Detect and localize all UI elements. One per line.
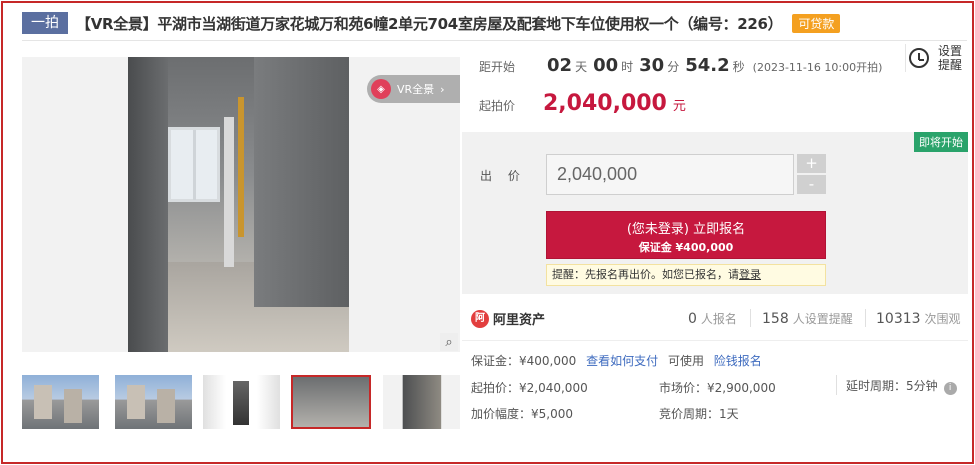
- start-price-fact: 起拍价：¥2,040,000: [471, 381, 588, 395]
- seconds-unit: 秒: [732, 60, 745, 74]
- hours-unit: 时: [621, 60, 634, 74]
- ali-logo-icon: 阿: [471, 309, 489, 328]
- start-price-row: 起拍价 2,040,000 元: [479, 91, 686, 119]
- auction-facts: 保证金：¥400,000 查看如何支付 可使用 险钱报名 起拍价：¥2,040,…: [462, 342, 968, 432]
- chevron-right-icon: ›: [440, 82, 445, 96]
- signup-count-label: 人报名: [700, 312, 737, 326]
- remind-line1: 设置: [938, 44, 963, 58]
- signup-main-label: (您未登录) 立即报名: [626, 222, 746, 237]
- brand-name: 阿里资产: [493, 313, 546, 328]
- thumbnail-1[interactable]: [22, 375, 99, 429]
- info-icon[interactable]: i: [943, 382, 957, 395]
- risk-signup-link[interactable]: 险钱报名: [714, 354, 762, 368]
- deposit-value: 保证金：¥400,000: [471, 354, 577, 368]
- set-reminder-button[interactable]: 设置 提醒: [905, 44, 965, 72]
- bid-panel: 即将开始 出 价 2,040,000 + - (您未登录) 立即报名 保证金 ¥…: [462, 132, 968, 294]
- vr-panorama-button[interactable]: ◈ VR全景 ›: [367, 75, 460, 103]
- view-count-value: 10313: [876, 311, 921, 327]
- delay-period-value: 延时周期：5分钟: [846, 379, 938, 393]
- hint-text: 提醒：先报名再出价。如您已报名，请: [552, 268, 739, 281]
- divider: [836, 375, 837, 395]
- reminder-count-value: 158: [762, 311, 789, 327]
- signup-deposit-label: 保证金 ¥400,000: [638, 241, 734, 254]
- start-price-unit: 元: [672, 99, 686, 114]
- days-unit: 天: [575, 60, 588, 74]
- thumbnail-strip: [22, 375, 460, 429]
- thumbnail-2[interactable]: [115, 375, 192, 429]
- countdown-days: 02: [547, 55, 573, 76]
- ali-assets-logo[interactable]: 阿 阿里资产: [471, 309, 545, 328]
- thumbnail-3[interactable]: [203, 375, 280, 429]
- bid-cycle-fact: 竞价周期：1天: [659, 407, 739, 421]
- bid-label: 出 价: [480, 169, 526, 183]
- login-link[interactable]: 登录: [739, 268, 761, 281]
- start-price-label: 起拍价: [479, 99, 516, 113]
- title-row: 一拍 【VR全景】平湖市当湖街道万家花城万和苑6幢2单元704室房屋及配套地下车…: [22, 12, 841, 34]
- increase-bid-button[interactable]: +: [797, 154, 826, 173]
- start-time-note: (2023-11-16 10:00开拍): [752, 61, 883, 74]
- window: [168, 127, 220, 202]
- login-hint: 提醒：先报名再出价。如您已报名，请登录: [546, 264, 826, 286]
- remind-line2: 提醒: [938, 58, 963, 72]
- stats-row: 阿 阿里资产 0 人报名 158 人设置提醒 10313 次围观: [462, 297, 968, 341]
- market-price-fact: 市场价：¥2,900,000: [659, 381, 776, 395]
- increment-fact: 加价幅度：¥5,000: [471, 407, 573, 421]
- page-title: 【VR全景】平湖市当湖街道万家花城万和苑6幢2单元704室房屋及配套地下车位使用…: [76, 14, 783, 33]
- countdown-row: 距开始 02 天 00 时 30 分 54.2 秒 (2023-11-16 10…: [479, 55, 882, 77]
- vr-label: VR全景: [397, 83, 435, 96]
- status-badge: 即将开始: [914, 132, 968, 152]
- reminder-count-label: 人设置提醒: [792, 312, 853, 326]
- countdown-seconds: 54.2: [685, 55, 730, 76]
- countdown-minutes: 30: [639, 55, 665, 76]
- signup-button[interactable]: (您未登录) 立即报名 保证金 ¥400,000: [546, 211, 826, 259]
- alarm-clock-icon: [909, 48, 929, 68]
- signup-count: 0 人报名: [688, 310, 737, 327]
- auction-round-tag: 一拍: [22, 12, 68, 34]
- thumbnail-4-active[interactable]: [291, 375, 371, 429]
- minutes-unit: 分: [667, 60, 680, 74]
- how-to-pay-link[interactable]: 查看如何支付: [586, 354, 658, 368]
- search-icon[interactable]: ⌕: [440, 333, 458, 351]
- available-label: 可使用: [667, 354, 704, 368]
- divider: [750, 309, 751, 327]
- start-price-value: 2,040,000: [543, 91, 667, 116]
- reminder-count: 158 人设置提醒: [762, 310, 853, 327]
- delay-period-fact: 延时周期：5分钟 i: [846, 377, 957, 395]
- countdown-hours: 00: [593, 55, 619, 76]
- signup-count-value: 0: [688, 311, 697, 327]
- view-count-label: 次围观: [924, 312, 961, 326]
- deposit-row: 保证金：¥400,000 查看如何支付 可使用 险钱报名: [471, 352, 762, 369]
- countdown-label: 距开始: [479, 60, 516, 74]
- main-photo[interactable]: [128, 57, 349, 352]
- bid-amount-input[interactable]: 2,040,000: [546, 154, 794, 195]
- divider: [865, 309, 866, 327]
- thumbnail-5[interactable]: [383, 375, 460, 429]
- decrease-bid-button[interactable]: -: [797, 175, 826, 194]
- auction-info: 距开始 02 天 00 时 30 分 54.2 秒 (2023-11-16 10…: [462, 41, 968, 132]
- view-count: 10313 次围观: [876, 310, 961, 327]
- loan-available-badge: 可贷款: [792, 13, 841, 33]
- vr-icon: ◈: [371, 79, 391, 99]
